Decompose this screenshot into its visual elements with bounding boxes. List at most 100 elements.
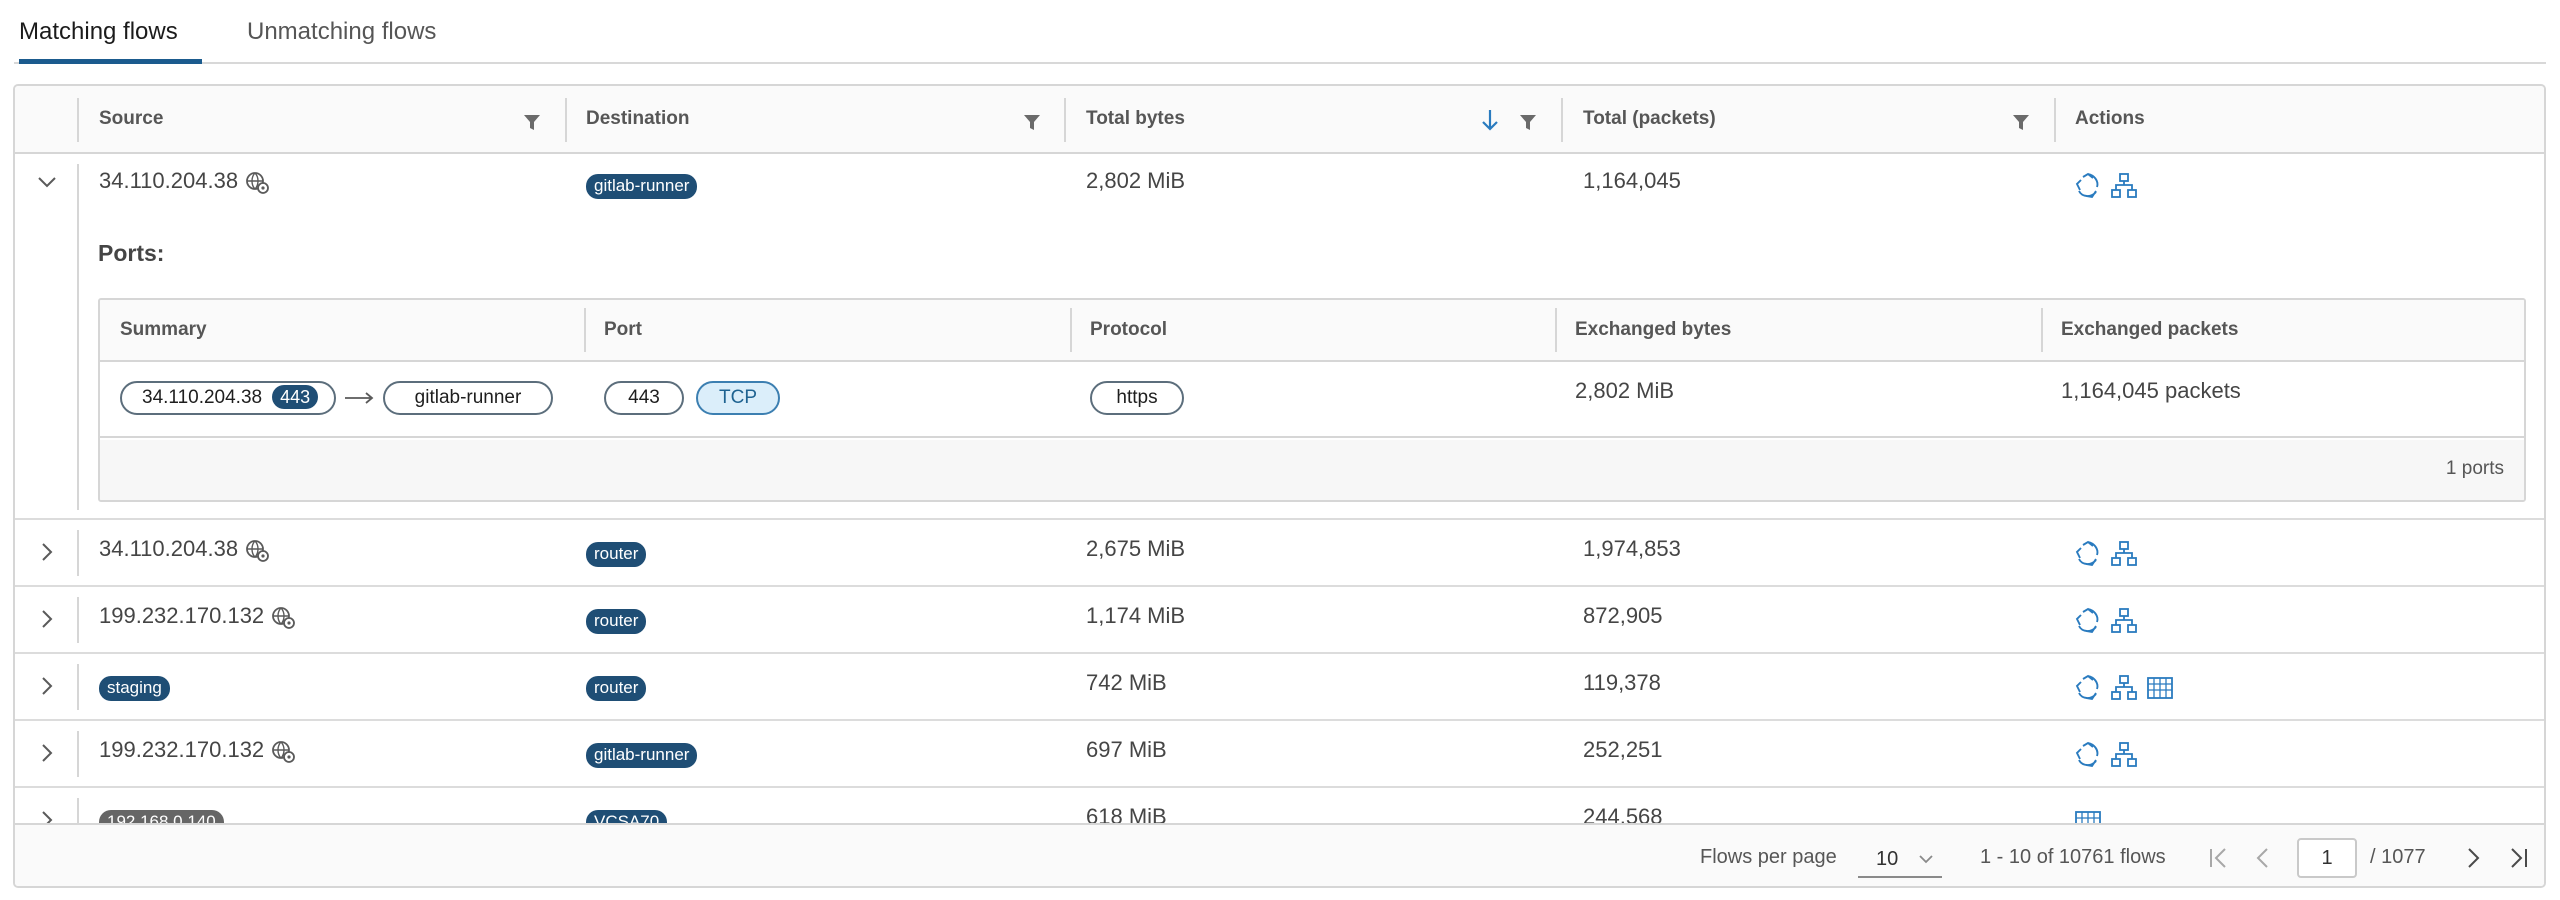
source-cell: 199.232.170.132 <box>99 737 296 764</box>
topology-icon[interactable] <box>2110 540 2138 568</box>
ports-column-summary: Summary <box>120 319 207 340</box>
recycle-icon[interactable] <box>2074 674 2102 702</box>
pagination-range: 1 - 10 of 10761 flows <box>1980 846 2166 868</box>
recycle-icon[interactable] <box>2074 540 2102 568</box>
tab-matching-flows[interactable]: Matching flows <box>19 18 202 64</box>
destination-badge[interactable]: gitlab-runner <box>586 743 698 768</box>
column-separator[interactable] <box>565 98 567 142</box>
summary-source-ip: 34.110.204.38 <box>142 387 263 408</box>
grid-footer: Flows per page 10 1 - 10 of 10761 flows … <box>15 823 2544 886</box>
column-separator <box>1555 308 1557 352</box>
grid-header: Source Destination Total bytes Total (pa… <box>15 86 2544 154</box>
tab-unmatching-flows[interactable]: Unmatching flows <box>247 18 487 64</box>
total-bytes-cell: 2,802 MiB <box>1086 168 1186 193</box>
filter-icon[interactable] <box>1520 115 1536 130</box>
total-bytes-cell: 2,675 MiB <box>1086 536 1186 561</box>
column-separator[interactable] <box>1064 98 1066 142</box>
exchanged-bytes: 2,802 MiB <box>1575 378 1675 403</box>
column-header-actions: Actions <box>2075 108 2145 129</box>
chevron-right-icon[interactable] <box>35 607 59 631</box>
total-packets-cell: 252,251 <box>1583 737 1663 762</box>
column-header-total-bytes[interactable]: Total bytes <box>1086 86 1185 152</box>
ports-table: Summary Port Protocol Exchanged bytes Ex… <box>98 298 2526 502</box>
current-page-input[interactable]: 1 <box>2297 838 2357 878</box>
column-separator <box>584 308 586 352</box>
globe-gear-icon <box>272 607 296 630</box>
source-ip: 199.232.170.132 <box>99 603 265 628</box>
column-header-source[interactable]: Source <box>99 86 163 152</box>
topology-icon[interactable] <box>2110 172 2138 200</box>
table-row: staging router 742 MiB 119,378 <box>15 654 2544 721</box>
table-row: 34.110.204.38 router 2,675 MiB 1,974,853 <box>15 520 2544 587</box>
total-bytes-cell: 697 MiB <box>1086 737 1167 762</box>
filter-icon[interactable] <box>2013 115 2029 130</box>
destination-cell: router <box>586 539 647 567</box>
chevron-right-icon[interactable] <box>35 741 59 765</box>
column-separator <box>2041 308 2043 352</box>
recycle-icon[interactable] <box>2074 741 2102 769</box>
row-separator <box>77 664 79 710</box>
flows-datagrid: Source Destination Total bytes Total (pa… <box>13 84 2546 888</box>
summary-port-badge: 443 <box>272 385 319 409</box>
total-pages: / 1077 <box>2370 846 2426 868</box>
transport-pill[interactable]: TCP <box>696 381 780 415</box>
flows-per-page-label: Flows per page <box>1700 846 1837 868</box>
column-separator[interactable] <box>1561 98 1563 142</box>
chevron-right-icon[interactable] <box>35 540 59 564</box>
table-row: 34.110.204.38 gitlab-runner 2,802 MiB 1,… <box>15 154 2544 520</box>
destination-badge[interactable]: gitlab-runner <box>586 174 698 199</box>
topology-icon[interactable] <box>2110 741 2138 769</box>
source-cell: 199.232.170.132 <box>99 603 296 630</box>
total-packets-cell: 872,905 <box>1583 603 1663 628</box>
filter-icon[interactable] <box>1024 115 1040 130</box>
last-page-icon[interactable] <box>2507 845 2531 871</box>
destination-cell: router <box>586 673 647 701</box>
next-page-icon[interactable] <box>2461 845 2485 871</box>
first-page-icon[interactable] <box>2206 845 2230 871</box>
summary-source-pill[interactable]: 34.110.204.38 443 <box>120 381 336 415</box>
total-packets-cell: 1,164,045 <box>1583 168 1681 193</box>
source-ip: 34.110.204.38 <box>99 536 239 561</box>
chevron-down-icon[interactable] <box>35 170 59 194</box>
chevron-down-icon <box>1919 855 1933 864</box>
ports-column-bytes: Exchanged bytes <box>1575 319 1732 340</box>
grid-icon[interactable] <box>2146 674 2174 702</box>
column-separator <box>77 98 79 142</box>
tab-bar: Matching flows Unmatching flows <box>14 0 2546 64</box>
recycle-icon[interactable] <box>2074 172 2102 200</box>
destination-badge[interactable]: router <box>586 609 647 634</box>
destination-badge[interactable]: router <box>586 542 647 567</box>
ports-row: 34.110.204.38 443 gitlab-runner 443 TCP h… <box>100 362 2524 438</box>
source-badge[interactable]: staging <box>99 676 170 701</box>
ports-footer: 1 ports <box>100 440 2524 500</box>
summary-destination-pill[interactable]: gitlab-runner <box>383 381 553 415</box>
source-cell: staging <box>99 673 170 701</box>
total-bytes-cell: 742 MiB <box>1086 670 1167 695</box>
topology-icon[interactable] <box>2110 607 2138 635</box>
row-separator <box>77 731 79 777</box>
arrow-right-icon <box>345 392 374 404</box>
filter-icon[interactable] <box>524 115 540 130</box>
ports-header: Summary Port Protocol Exchanged bytes Ex… <box>100 300 2524 362</box>
ports-count: 1 ports <box>2445 458 2504 479</box>
ports-title: Ports: <box>98 240 165 266</box>
chevron-right-icon[interactable] <box>35 674 59 698</box>
destination-cell: router <box>586 606 647 634</box>
recycle-icon[interactable] <box>2074 607 2102 635</box>
column-header-total-packets[interactable]: Total (packets) <box>1583 86 1716 152</box>
flows-per-page-select[interactable]: 10 <box>1858 840 1942 878</box>
protocol-pill[interactable]: https <box>1090 381 1184 415</box>
ports-column-protocol: Protocol <box>1090 319 1168 340</box>
table-row: 199.232.170.132 gitlab-runner 697 MiB 25… <box>15 721 2544 788</box>
source-cell: 34.110.204.38 <box>99 168 270 195</box>
port-pill[interactable]: 443 <box>604 381 684 415</box>
topology-icon[interactable] <box>2110 674 2138 702</box>
destination-badge[interactable]: router <box>586 676 647 701</box>
table-row: 199.232.170.132 router 1,174 MiB 872,905 <box>15 587 2544 654</box>
column-separator[interactable] <box>2054 98 2056 142</box>
row-separator <box>77 530 79 576</box>
sort-desc-icon[interactable] <box>1480 108 1500 132</box>
prev-page-icon[interactable] <box>2251 845 2275 871</box>
column-header-destination[interactable]: Destination <box>586 86 689 152</box>
exchanged-packets: 1,164,045 packets <box>2061 378 2241 403</box>
